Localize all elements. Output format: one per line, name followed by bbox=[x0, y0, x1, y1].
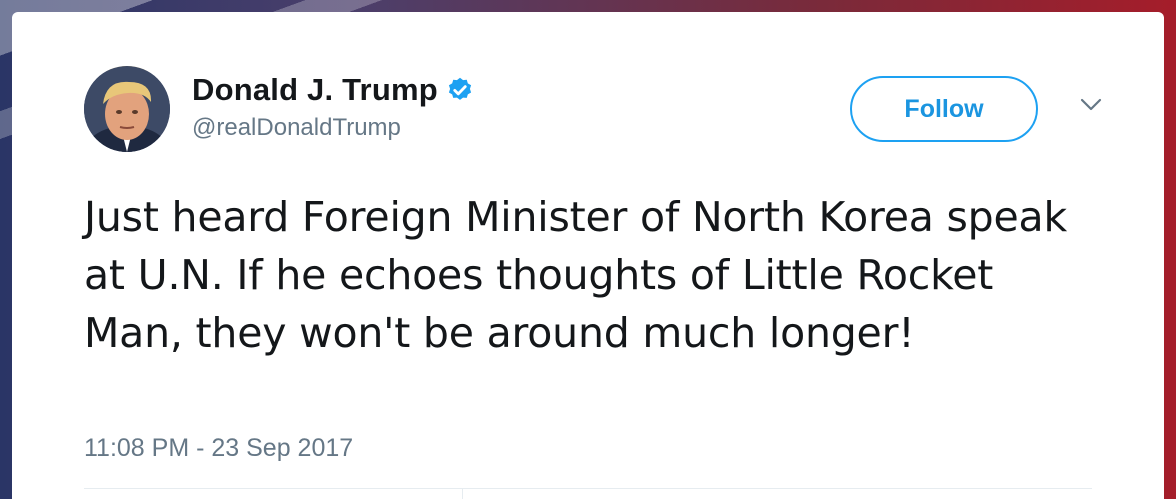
divider bbox=[84, 488, 1092, 489]
verified-badge-icon bbox=[446, 76, 474, 104]
tweet-timestamp[interactable]: 11:08 PM - 23 Sep 2017 bbox=[84, 434, 353, 463]
tweet-header: Donald J. Trump @realDonaldTrump Follow bbox=[84, 66, 1104, 156]
display-name[interactable]: Donald J. Trump bbox=[192, 72, 438, 108]
avatar[interactable] bbox=[84, 66, 170, 152]
chevron-down-icon[interactable] bbox=[1078, 96, 1104, 114]
user-names: Donald J. Trump @realDonaldTrump bbox=[192, 72, 474, 142]
tweet-text: Just heard Foreign Minister of North Kor… bbox=[84, 193, 1067, 357]
divider-vertical bbox=[462, 488, 463, 499]
user-handle[interactable]: @realDonaldTrump bbox=[192, 114, 474, 142]
avatar-image bbox=[84, 66, 170, 152]
display-name-row: Donald J. Trump bbox=[192, 72, 474, 108]
tweet-card: Donald J. Trump @realDonaldTrump Follow … bbox=[12, 12, 1164, 499]
follow-button[interactable]: Follow bbox=[850, 76, 1038, 142]
